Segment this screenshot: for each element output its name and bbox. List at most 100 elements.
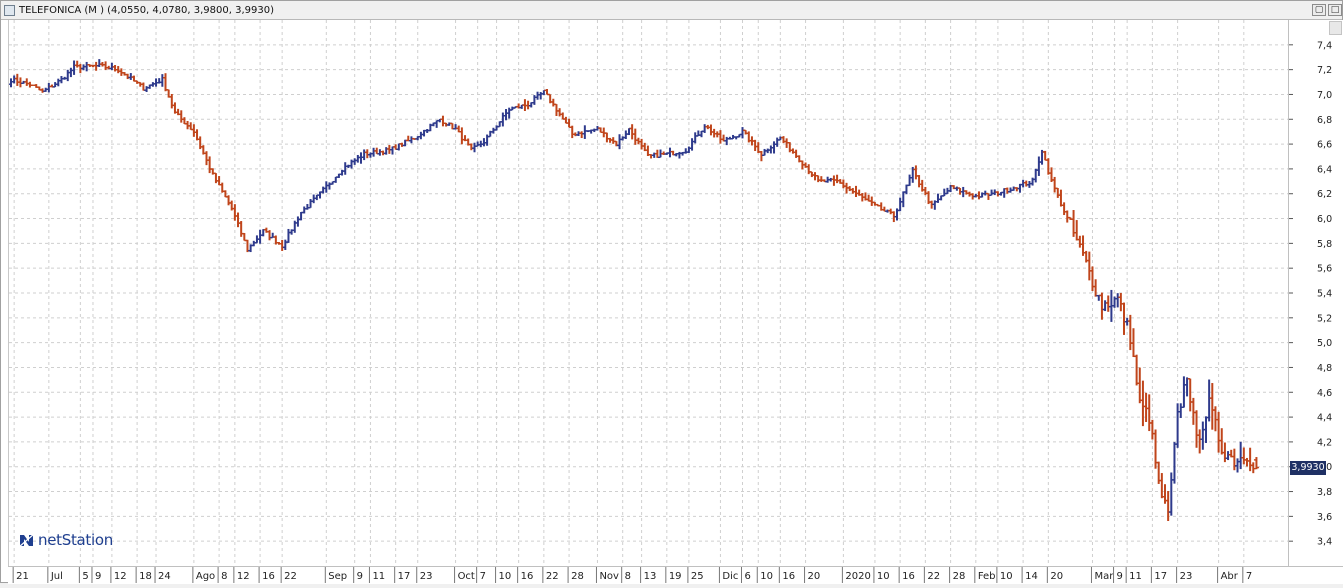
ohlc-bar-294 (935, 194, 940, 203)
ohlc-bar-73 (239, 221, 244, 237)
ohlc-bar-338 (1074, 220, 1079, 240)
ohlc-bar-43 (144, 86, 149, 92)
x-tick-label-3: 9 (95, 571, 101, 582)
y-tick-label-1: 3,6 (1317, 512, 1332, 523)
ohlc-bar-21 (75, 61, 80, 68)
ohlc-bar-307 (976, 191, 981, 199)
ohlc-bar-55 (182, 117, 187, 124)
ohlc-bar-279 (888, 209, 893, 215)
ohlc-chart[interactable] (9, 20, 1288, 566)
ohlc-bar-48 (160, 74, 165, 87)
ohlc-bar-197 (630, 124, 635, 139)
ohlc-bar-373 (1185, 377, 1190, 396)
ohlc-bar-323 (1027, 181, 1032, 188)
ohlc-bar-287 (913, 165, 918, 179)
ohlc-bar-239 (762, 149, 767, 155)
ohlc-bar-209 (667, 148, 672, 158)
ohlc-bar-310 (986, 193, 991, 200)
ohlc-bar-253 (806, 164, 811, 174)
ohlc-bar-49 (163, 73, 168, 91)
ohlc-bar-69 (226, 195, 231, 205)
ohlc-bar-56 (185, 121, 190, 129)
ohlc-bar-385 (1222, 443, 1227, 463)
ohlc-bar-357 (1134, 355, 1139, 386)
ohlc-bar-347 (1103, 300, 1108, 311)
ohlc-bar-348 (1106, 295, 1111, 311)
ohlc-bar-191 (611, 137, 616, 144)
ohlc-bar-135 (434, 121, 439, 128)
y-tick-label-17: 6,8 (1317, 115, 1332, 126)
ohlc-bar-296 (942, 189, 947, 196)
ohlc-bar-72 (236, 213, 241, 228)
restore-button[interactable]: ▢ (1312, 4, 1326, 16)
price-axis[interactable]: 3,43,63,84,04,24,44,64,85,05,25,45,65,86… (1288, 20, 1343, 566)
ohlc-bar-215 (686, 147, 691, 153)
ohlc-bar-329 (1046, 158, 1051, 174)
maximize-button[interactable]: □ (1328, 4, 1342, 16)
x-tick-label-5: 18 (139, 571, 152, 582)
ohlc-bar-379 (1203, 416, 1208, 443)
ohlc-bar-315 (1002, 188, 1007, 198)
ohlc-bar-111 (358, 152, 363, 163)
ohlc-bar-95 (308, 199, 313, 208)
ohlc-bar-74 (242, 233, 247, 241)
ohlc-bar-5 (24, 78, 29, 86)
x-tick-label-33: 2020 (845, 571, 870, 582)
ohlc-bar-368 (1169, 472, 1174, 515)
ohlc-bar-382 (1213, 406, 1218, 431)
ohlc-bar-28 (97, 59, 102, 67)
ohlc-bar-332 (1055, 188, 1060, 198)
ohlc-bar-123 (396, 144, 401, 151)
scroll-up-button[interactable] (1329, 21, 1342, 35)
ohlc-bar-225 (718, 130, 723, 144)
title-bar[interactable]: TELEFONICA (M ) (4,0550, 4,0780, 3,9800,… (1, 1, 1342, 20)
ohlc-bar-362 (1150, 420, 1155, 440)
ohlc-bar-302 (961, 187, 966, 197)
y-tick-label-14: 6,2 (1317, 189, 1332, 200)
ohlc-bar-113 (365, 149, 370, 158)
ohlc-bar-3 (18, 77, 23, 87)
y-tick-label-4: 4,2 (1317, 437, 1332, 448)
ohlc-bar-166 (532, 95, 537, 105)
window-menu-icon[interactable] (4, 5, 15, 16)
ohlc-bar-392 (1244, 458, 1249, 467)
x-tick-label-40: 14 (1025, 571, 1038, 582)
x-tick-label-32: 20 (808, 571, 821, 582)
logo-text: netStation (38, 531, 113, 549)
ohlc-bar-157 (504, 109, 509, 120)
x-tick-label-24: 8 (625, 571, 631, 582)
ohlc-bar-189 (604, 133, 609, 143)
ohlc-bar-82 (267, 230, 272, 240)
ohlc-bar-193 (617, 134, 622, 149)
ohlc-bar-353 (1122, 303, 1127, 335)
ohlc-bar-117 (377, 149, 382, 155)
ohlc-bar-33 (113, 65, 118, 71)
ohlc-bar-383 (1216, 412, 1221, 453)
y-tick-label-12: 5,8 (1317, 239, 1332, 250)
y-tick-label-0: 3,4 (1317, 537, 1332, 548)
netstation-logo: netStation (18, 531, 113, 549)
x-tick-label-10: 16 (262, 571, 275, 582)
ohlc-bar-386 (1226, 451, 1231, 460)
ohlc-bar-257 (819, 176, 824, 182)
ohlc-bar-390 (1238, 442, 1243, 469)
ohlc-bar-178 (570, 126, 575, 138)
ohlc-bar-15 (56, 79, 61, 87)
ohlc-bar-121 (390, 147, 395, 155)
y-tick-label-20: 7,4 (1317, 40, 1332, 51)
x-tick-label-2: 5 (82, 571, 88, 582)
ohlc-bar-267 (850, 188, 855, 194)
ohlc-bar-391 (1241, 448, 1246, 465)
ohlc-bar-65 (213, 173, 218, 183)
x-tick-label-21: 22 (546, 571, 559, 582)
ohlc-bar-241 (768, 145, 773, 153)
ohlc-bar-198 (633, 129, 638, 145)
x-tick-label-0: 21 (16, 571, 29, 582)
ohlc-bar-93 (302, 207, 307, 214)
ohlc-bar-365 (1159, 473, 1164, 498)
date-axis[interactable]: 21Jul59121824Ago8121622Sep9111723Oct7101… (8, 566, 1343, 584)
ohlc-bar-37 (125, 74, 130, 79)
x-tick-label-7: Ago (196, 571, 215, 582)
chart-plot-area[interactable] (8, 20, 1288, 566)
ohlc-bar-381 (1210, 383, 1215, 430)
